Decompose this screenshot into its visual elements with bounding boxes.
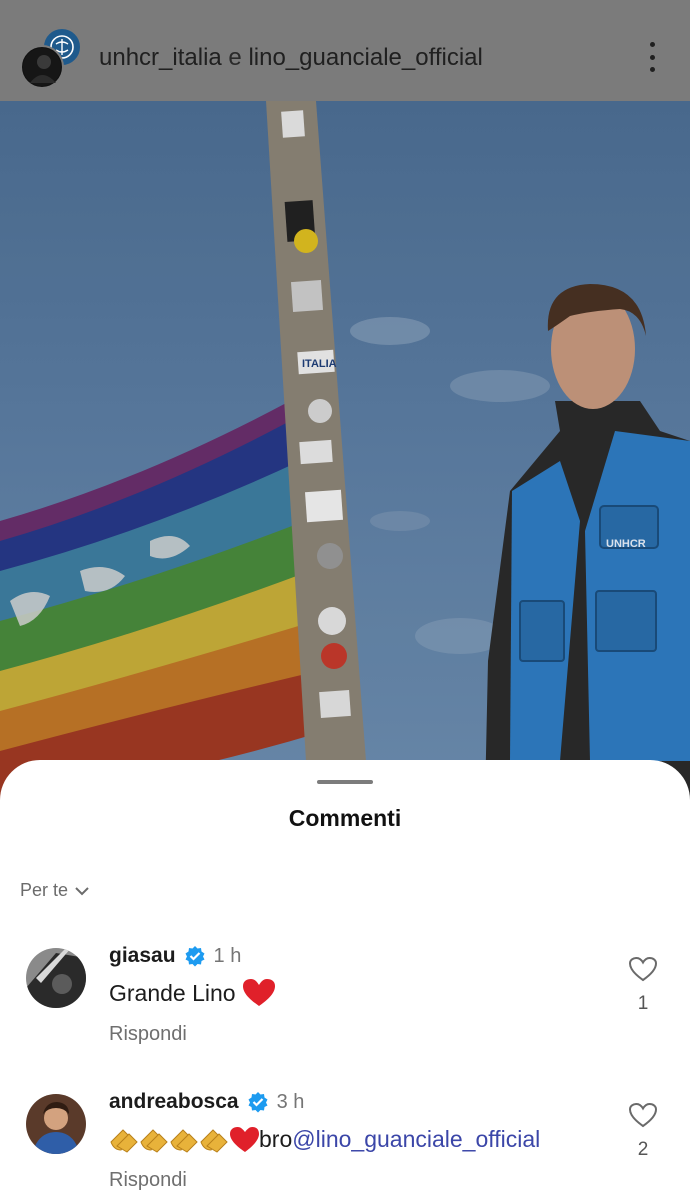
clapping-hands-emoji-icon (110, 1127, 259, 1153)
chevron-down-icon (75, 886, 89, 895)
like-comment-button[interactable]: 1 (626, 956, 660, 1015)
username-unhcr[interactable]: unhcr_italia (99, 44, 222, 71)
reply-button[interactable]: Rispondi (109, 1023, 187, 1046)
comment-filter-dropdown[interactable]: Per te (20, 880, 90, 901)
reply-button[interactable]: Rispondi (109, 1169, 187, 1192)
sheet-title: Commenti (288, 805, 402, 831)
comment-time: 3 h (276, 1090, 305, 1113)
post-header: unhcr_italia e lino_guanciale_official (0, 0, 690, 101)
comment-text: Grande Lino (109, 978, 276, 1008)
verified-badge-icon (185, 946, 205, 967)
post-image[interactable]: ITALIA UNHCR (0, 101, 690, 800)
comment-text: bro @lino_guanciale_official (109, 1124, 540, 1154)
collab-avatars[interactable] (20, 27, 86, 89)
comments-sheet: Commenti Per te giasau 1 h Grande Lino R… (0, 760, 690, 1200)
comment-item: andreabosca 3 h bro @lino_guanciale_offi… (0, 1090, 690, 1200)
avatar-photo (26, 948, 86, 1008)
commenter-avatar[interactable] (26, 948, 86, 1008)
more-options-icon[interactable] (640, 42, 664, 72)
heart-emoji-icon (242, 979, 275, 1006)
comment-username[interactable]: giasau (109, 944, 176, 968)
connector-text: e (221, 44, 249, 71)
heart-outline-icon (628, 1102, 658, 1128)
mention-link[interactable]: @lino_guanciale_official (292, 1126, 540, 1153)
filter-label: Per te (20, 880, 69, 900)
like-count: 2 (637, 1139, 649, 1160)
heart-outline-icon (628, 956, 658, 982)
collab-title[interactable]: unhcr_italia e lino_guanciale_official (99, 44, 483, 72)
avatar-photo (26, 1094, 86, 1154)
verified-badge-icon (248, 1092, 268, 1113)
comment-body: Grande Lino (109, 979, 236, 1006)
comment-time: 1 h (213, 944, 242, 967)
like-count: 1 (637, 993, 649, 1014)
username-lino[interactable]: lino_guanciale_official (248, 44, 482, 71)
commenter-avatar[interactable] (26, 1094, 86, 1154)
like-comment-button[interactable]: 2 (626, 1102, 660, 1161)
lino-avatar[interactable] (20, 45, 64, 89)
comment-username[interactable]: andreabosca (109, 1090, 239, 1114)
sheet-grabber[interactable] (317, 780, 373, 784)
comment-body: bro (259, 1125, 293, 1152)
post-photo-illustration: ITALIA UNHCR (0, 101, 690, 800)
comment-item: giasau 1 h Grande Lino Rispondi 1 (0, 944, 690, 1078)
portrait-icon (23, 48, 61, 86)
